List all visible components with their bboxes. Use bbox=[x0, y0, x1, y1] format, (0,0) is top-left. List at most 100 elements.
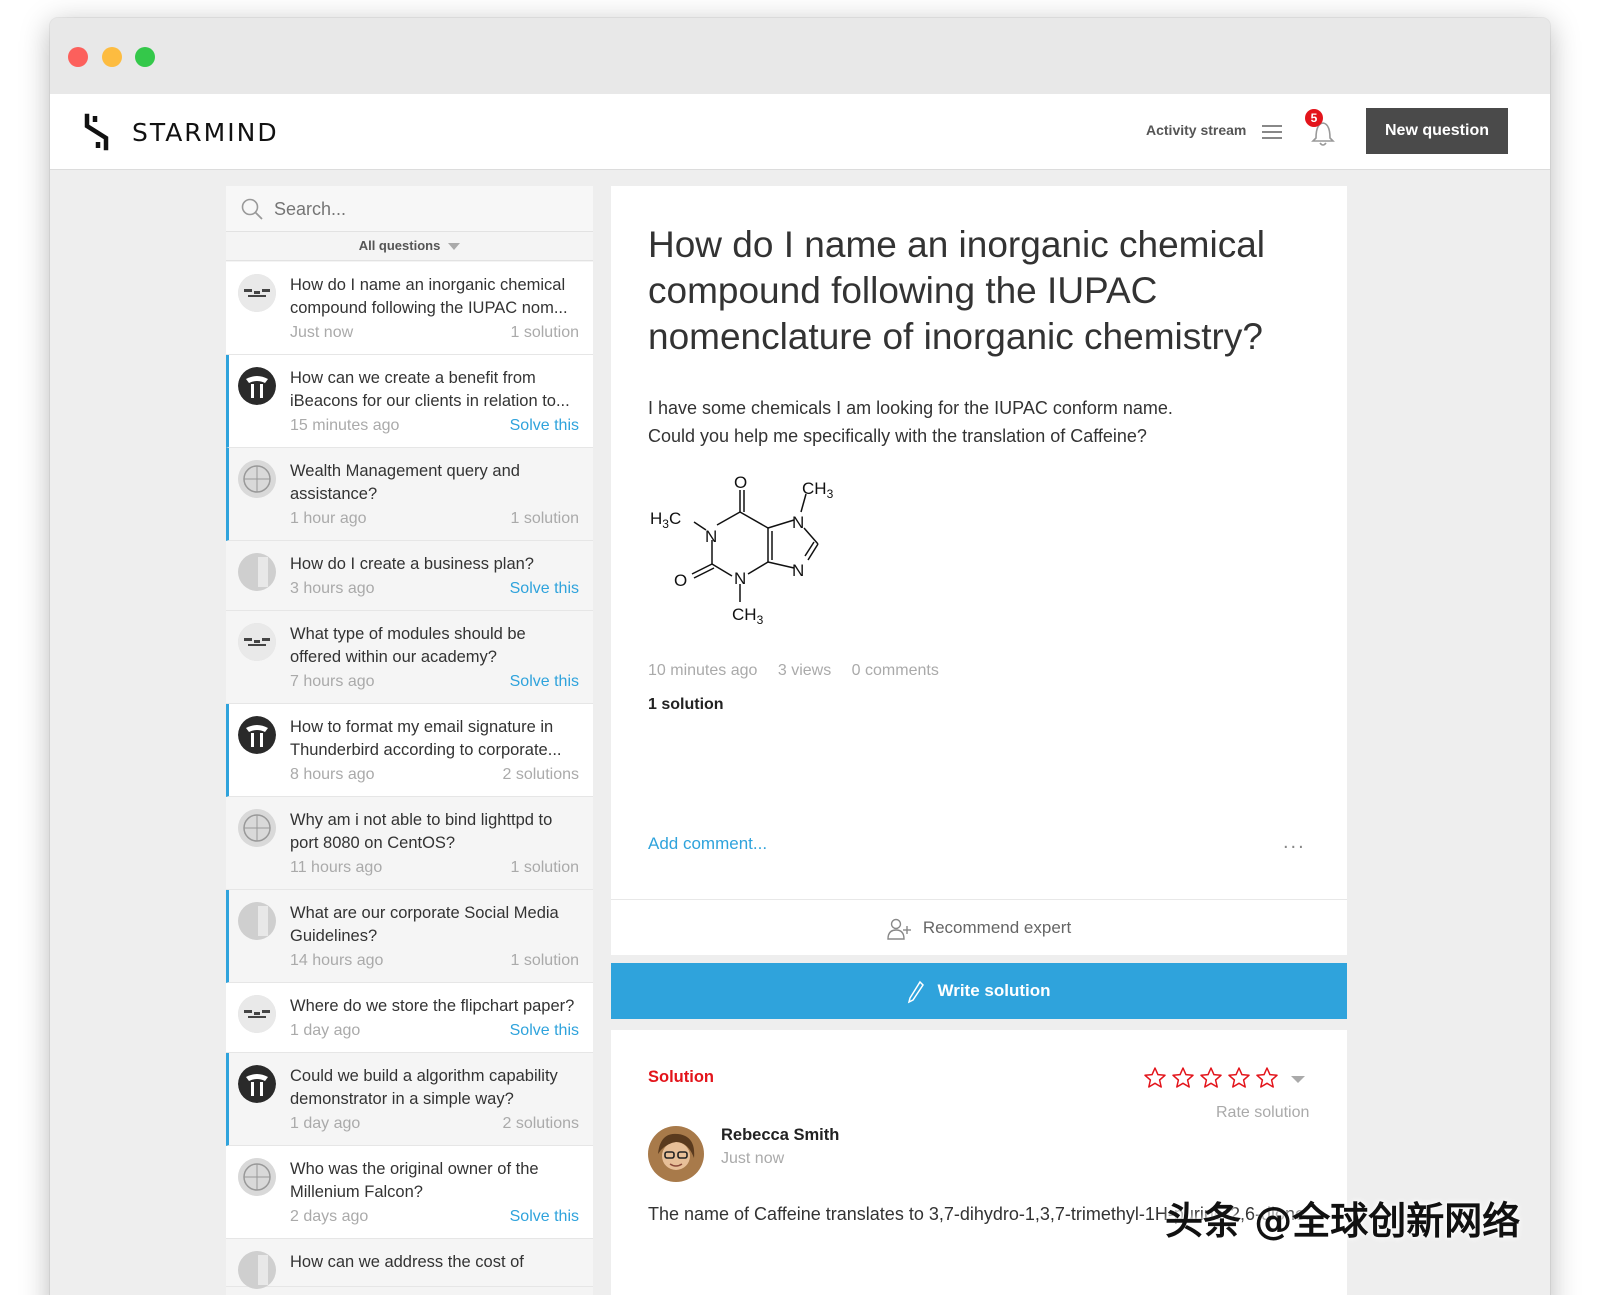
svg-text:CH3: CH3 bbox=[802, 479, 834, 501]
question-card: How do I name an inorganic chemical comp… bbox=[611, 186, 1347, 955]
solve-this-link[interactable]: Solve this bbox=[510, 417, 579, 435]
minimize-window-button[interactable] bbox=[102, 47, 122, 67]
question-list-time: 11 hours ago bbox=[290, 859, 383, 876]
question-list-item[interactable]: How can we address the cost of bbox=[226, 1239, 593, 1289]
new-question-button[interactable]: New question bbox=[1366, 108, 1508, 154]
question-list-title: Wealth Management query and assistance? bbox=[290, 462, 520, 503]
author-avatar[interactable] bbox=[648, 1126, 704, 1182]
more-options-icon[interactable]: ... bbox=[1283, 831, 1306, 854]
solution-count-label: 1 solution bbox=[510, 510, 580, 527]
solve-this-link[interactable]: Solve this bbox=[510, 673, 579, 691]
svg-text:N: N bbox=[705, 527, 717, 546]
app-window: STARMIND Activity stream 5 New question … bbox=[50, 18, 1550, 1295]
question-list-item[interactable]: What are our corporate Social Media Guid… bbox=[226, 890, 593, 983]
question-list-title: Why am i not able to bind lighttpd to po… bbox=[290, 811, 553, 852]
question-list-meta: 8 hours ago 2 solutions bbox=[290, 766, 579, 784]
search-box bbox=[226, 186, 593, 232]
notification-count-badge: 5 bbox=[1305, 109, 1323, 127]
svg-text:H3C: H3C bbox=[650, 509, 681, 531]
question-list-item[interactable]: Where do we store the flipchart paper? 1 … bbox=[226, 983, 593, 1053]
close-window-button[interactable] bbox=[68, 47, 88, 67]
filter-label: All questions bbox=[358, 238, 441, 253]
user-avatar bbox=[238, 809, 276, 847]
question-list-item[interactable]: How do I create a business plan? 3 hours … bbox=[226, 541, 593, 611]
question-list-meta: 3 hours ago Solve this bbox=[290, 580, 579, 598]
solution-time: Just now bbox=[721, 1150, 785, 1167]
question-list-item[interactable]: Wealth Management query and assistance? 1… bbox=[226, 448, 593, 541]
write-solution-label: Write solution bbox=[937, 981, 1051, 1000]
add-comment-link[interactable]: Add comment... bbox=[648, 834, 767, 854]
title-bar bbox=[50, 18, 1550, 94]
question-list-item[interactable]: What type of modules should be offered w… bbox=[226, 611, 593, 704]
question-list-item[interactable]: How can we create a benefit from iBeacon… bbox=[226, 355, 593, 448]
rating-stars[interactable] bbox=[1143, 1066, 1279, 1090]
question-body-line: Could you help me specifically with the … bbox=[648, 426, 1147, 446]
menu-icon[interactable] bbox=[1262, 125, 1282, 139]
question-list-item[interactable]: Could we build a algorithm capability de… bbox=[226, 1053, 593, 1146]
question-list-title: How can we address the cost of bbox=[290, 1253, 524, 1271]
user-avatar bbox=[238, 274, 276, 312]
logo-text[interactable]: STARMIND bbox=[132, 118, 279, 147]
author-name[interactable]: Rebecca Smith bbox=[721, 1126, 839, 1145]
question-list-title: Who was the original owner of the Millen… bbox=[290, 1160, 539, 1201]
svg-text:N: N bbox=[792, 513, 804, 532]
solve-this-link[interactable]: Solve this bbox=[510, 1208, 579, 1226]
app-header: STARMIND Activity stream 5 New question bbox=[50, 94, 1550, 170]
solution-count-label: 2 solutions bbox=[502, 766, 580, 783]
user-avatar bbox=[238, 623, 276, 661]
question-list-time: 7 hours ago bbox=[290, 673, 375, 690]
star-icon[interactable] bbox=[1199, 1066, 1223, 1090]
user-avatar bbox=[238, 460, 276, 498]
question-list-meta: Just now 1 solution bbox=[290, 324, 579, 342]
write-solution-button[interactable]: Write solution bbox=[611, 963, 1347, 1019]
question-list-time: 15 minutes ago bbox=[290, 417, 400, 434]
question-list-meta: 2 days ago Solve this bbox=[290, 1208, 579, 1226]
question-list-time: Just now bbox=[290, 324, 354, 341]
question-list-item[interactable]: How do I name an inorganic chemical comp… bbox=[226, 262, 593, 355]
question-list-time: 14 hours ago bbox=[290, 952, 384, 969]
star-icon[interactable] bbox=[1171, 1066, 1195, 1090]
recommend-expert-button[interactable]: Recommend expert bbox=[611, 899, 1347, 955]
question-list-item[interactable]: Why am i not able to bind lighttpd to po… bbox=[226, 797, 593, 890]
starmind-logo-icon[interactable] bbox=[82, 112, 112, 152]
question-filter-dropdown[interactable]: All questions bbox=[226, 233, 593, 261]
user-avatar bbox=[238, 995, 276, 1033]
user-avatar bbox=[238, 1251, 276, 1289]
question-list-item[interactable]: How to format my email signature in Thun… bbox=[226, 704, 593, 797]
solution-count-label: 1 solution bbox=[510, 952, 580, 969]
question-list-title: What are our corporate Social Media Guid… bbox=[290, 904, 559, 945]
rate-solution-label: Rate solution bbox=[1216, 1104, 1310, 1121]
star-icon[interactable] bbox=[1255, 1066, 1279, 1090]
question-title: How do I name an inorganic chemical comp… bbox=[648, 224, 1265, 357]
solution-card: Solution Rate solution Rebecca Smith Jus… bbox=[611, 1030, 1347, 1295]
chevron-down-icon bbox=[448, 243, 461, 251]
star-icon[interactable] bbox=[1143, 1066, 1167, 1090]
question-list-meta: 1 day ago 2 solutions bbox=[290, 1115, 579, 1133]
question-list-time: 3 hours ago bbox=[290, 580, 375, 597]
question-list-title: What type of modules should be offered w… bbox=[290, 625, 526, 666]
chevron-down-icon[interactable] bbox=[1291, 1076, 1305, 1083]
question-list-time: 1 day ago bbox=[290, 1022, 361, 1039]
pencil-icon bbox=[908, 980, 925, 1003]
question-comments[interactable]: 0 comments bbox=[852, 662, 939, 679]
question-list-item[interactable]: Who was the original owner of the Millen… bbox=[226, 1146, 593, 1239]
question-body-line: I have some chemicals I am looking for t… bbox=[648, 398, 1173, 418]
svg-text:N: N bbox=[734, 569, 746, 588]
solve-this-link[interactable]: Solve this bbox=[510, 1022, 579, 1040]
solution-count[interactable]: 1 solution bbox=[648, 696, 724, 714]
zoom-window-button[interactable] bbox=[135, 47, 155, 67]
user-avatar bbox=[238, 367, 276, 405]
question-list-title: How do I create a business plan? bbox=[290, 555, 534, 573]
svg-text:O: O bbox=[674, 571, 687, 590]
user-avatar bbox=[238, 1065, 276, 1103]
star-icon[interactable] bbox=[1227, 1066, 1251, 1090]
molecule-label: O bbox=[734, 473, 747, 492]
search-input[interactable] bbox=[274, 196, 574, 222]
question-list-title: How to format my email signature in Thun… bbox=[290, 718, 562, 759]
caffeine-structure-image: O CH3 H3C N N N N O CH3 bbox=[650, 473, 834, 627]
solution-count-label: 2 solutions bbox=[502, 1115, 580, 1132]
question-time: 10 minutes ago bbox=[648, 662, 758, 679]
solve-this-link[interactable]: Solve this bbox=[510, 580, 579, 598]
question-list: How do I name an inorganic chemical comp… bbox=[226, 262, 593, 1289]
activity-stream-link[interactable]: Activity stream bbox=[1146, 122, 1246, 138]
